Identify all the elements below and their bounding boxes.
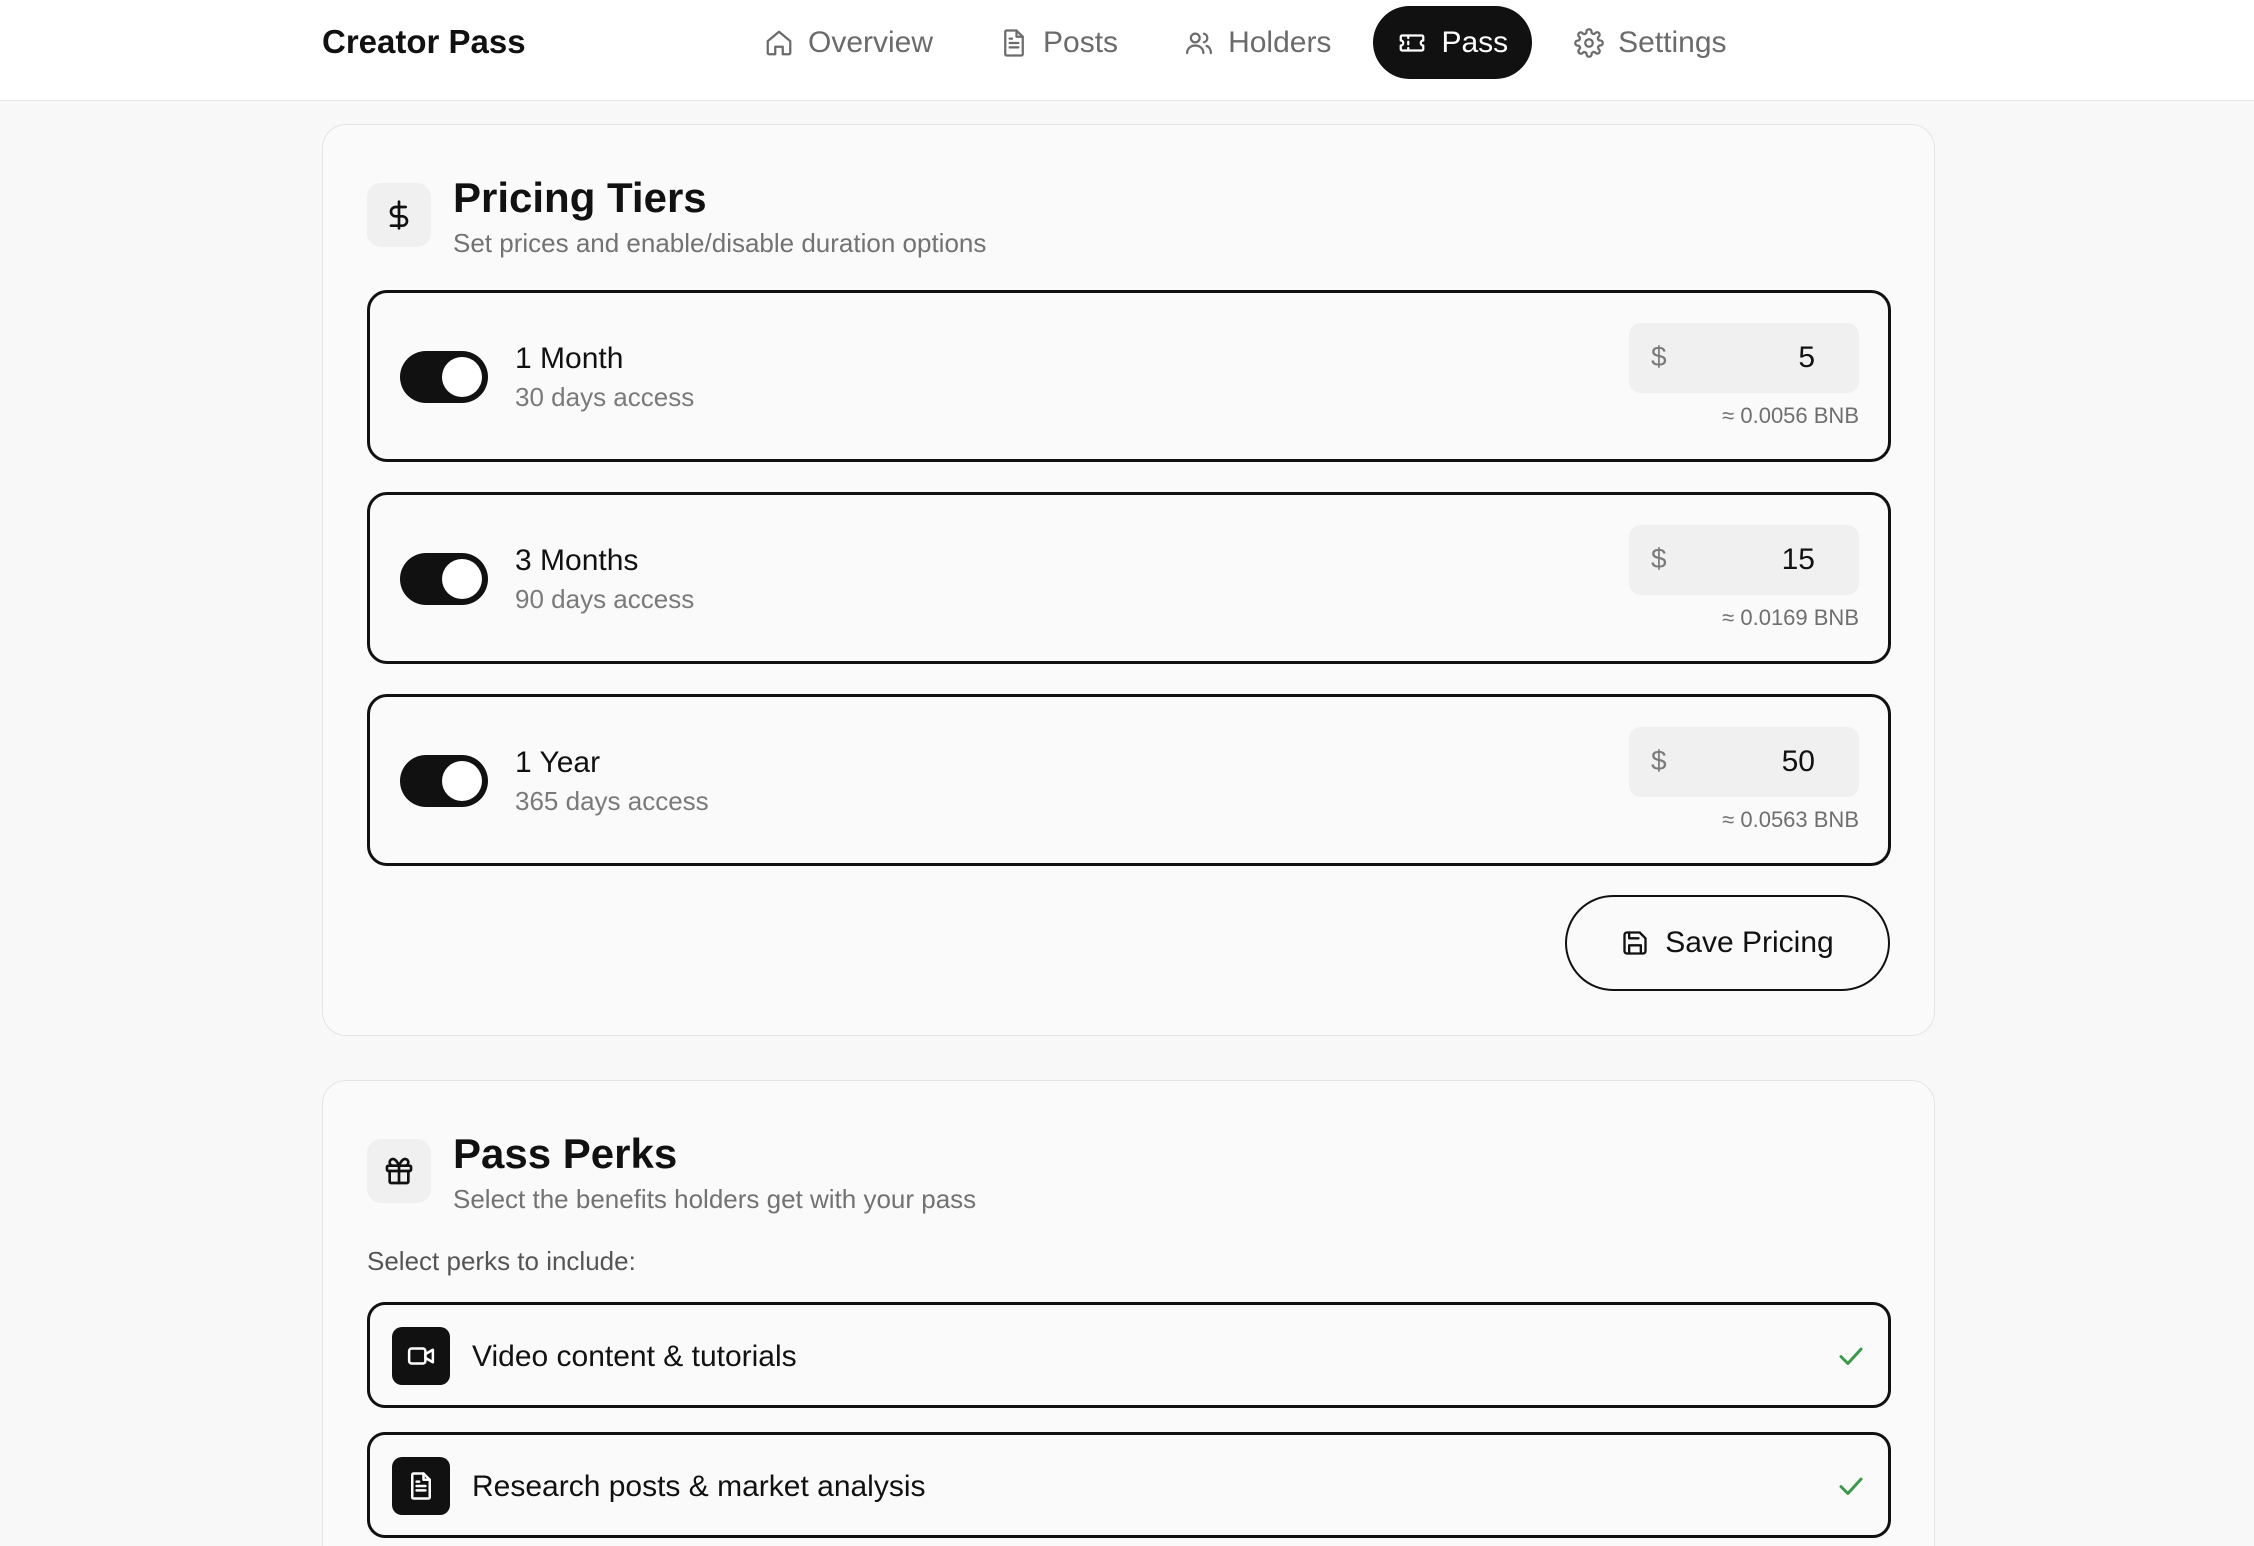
price-input[interactable] [1695,741,1815,783]
nav-label: Holders [1228,25,1332,59]
nav-label: Posts [1043,25,1119,59]
perk-item-video[interactable]: Video content & tutorials [367,1302,1891,1408]
dollar-icon [389,200,409,230]
tier-description: 365 days access [515,786,709,816]
check-icon [1836,1341,1866,1371]
currency-symbol: $ [1651,745,1667,776]
pass-perks-card: Pass Perks Select the benefits holders g… [322,1080,1935,1546]
tier-description: 90 days access [515,584,695,614]
tier-toggle[interactable] [400,755,488,807]
main-nav: Overview Posts Holders Pass Settings [740,6,1769,79]
ticket-icon [1400,33,1425,52]
gear-icon [1574,27,1604,58]
perk-label: Research posts & market analysis [472,1470,926,1503]
gift-icon-badge [367,1139,431,1203]
tier-description: 30 days access [515,382,695,412]
dollar-icon-badge [367,183,431,247]
gift-icon [385,1157,413,1185]
bnb-equivalent: ≈ 0.0169 BNB [1722,605,1859,630]
save-pricing-button[interactable]: Save Pricing [1565,895,1890,991]
tier-row-3-months: 3 Months 90 days access $ ≈ 0.0169 BNB [367,492,1891,664]
tier-name: 1 Month [515,342,624,375]
price-field: $ [1629,323,1859,393]
tier-toggle[interactable] [400,553,488,605]
nav-label: Settings [1618,25,1727,59]
nav-label: Overview [808,25,934,59]
perk-icon-badge [392,1457,450,1515]
bnb-equivalent: ≈ 0.0563 BNB [1722,807,1859,832]
video-icon [407,1347,435,1365]
top-header: Creator Pass Overview Posts Holders Pass… [0,0,2254,101]
tier-name: 3 Months [515,544,639,577]
tier-toggle[interactable] [400,351,488,403]
tier-row-1-year: 1 Year 365 days access $ ≈ 0.0563 BNB [367,694,1891,866]
nav-pass[interactable]: Pass [1373,6,1533,79]
currency-symbol: $ [1651,341,1667,372]
price-field: $ [1629,525,1859,595]
document-icon [411,1472,431,1500]
price-input[interactable] [1695,539,1815,581]
home-icon [766,30,792,55]
document-icon [1004,28,1024,57]
save-icon [1623,931,1647,955]
pricing-tiers-card: Pricing Tiers Set prices and enable/disa… [322,124,1935,1036]
pricing-subtitle: Set prices and enable/disable duration o… [453,228,987,258]
perks-prompt: Select perks to include: [367,1246,636,1276]
nav-posts[interactable]: Posts [975,6,1142,79]
perks-subtitle: Select the benefits holders get with you… [453,1184,977,1214]
nav-label: Pass [1441,25,1509,59]
brand-title: Creator Pass [322,23,526,60]
currency-symbol: $ [1651,543,1667,574]
tier-name: 1 Year [515,746,601,779]
pricing-title: Pricing Tiers [453,174,707,221]
users-icon [1186,32,1213,54]
nav-overview[interactable]: Overview [740,6,957,79]
price-input[interactable] [1695,337,1815,379]
price-field: $ [1629,727,1859,797]
nav-holders[interactable]: Holders [1160,6,1355,79]
perks-title: Pass Perks [453,1130,678,1177]
save-pricing-label: Save Pricing [1665,926,1834,959]
perk-icon-badge [392,1327,450,1385]
check-icon [1836,1471,1866,1501]
bnb-equivalent: ≈ 0.0056 BNB [1722,403,1859,428]
tier-row-1-month: 1 Month 30 days access $ ≈ 0.0056 BNB [367,290,1891,462]
nav-settings[interactable]: Settings [1550,6,1750,79]
perk-item-research[interactable]: Research posts & market analysis [367,1432,1891,1538]
perk-label: Video content & tutorials [472,1340,797,1373]
